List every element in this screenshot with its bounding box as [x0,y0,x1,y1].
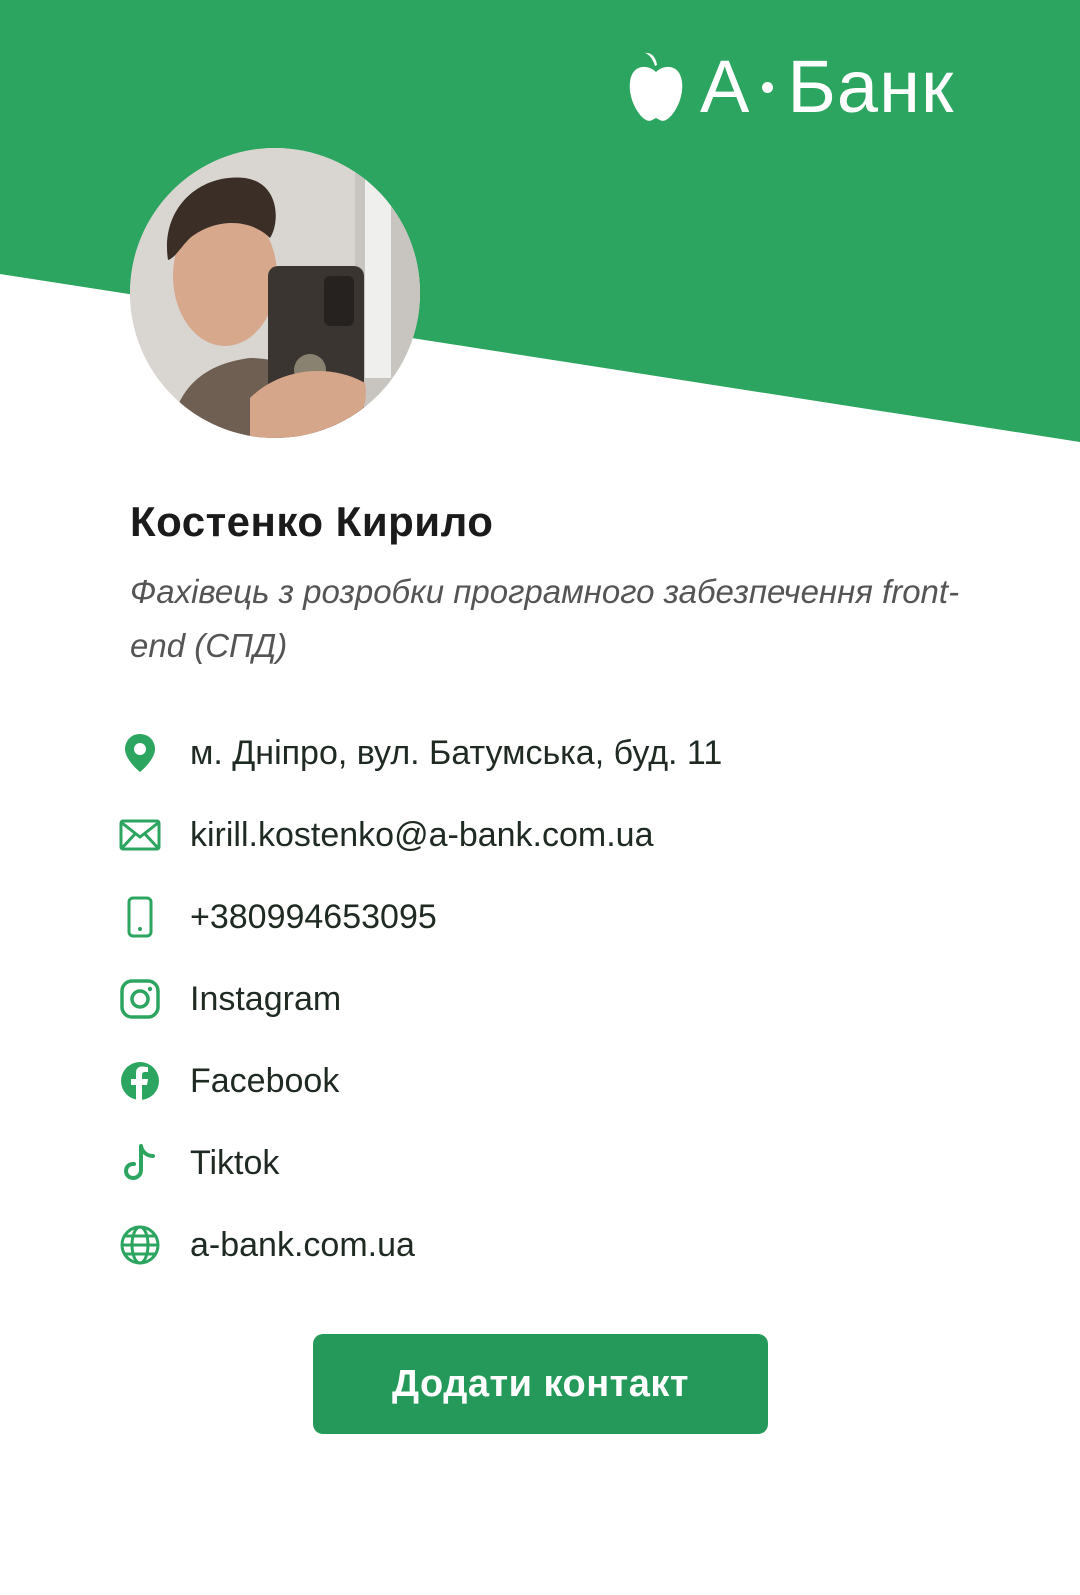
contact-email[interactable]: kirill.kostenko@a-bank.com.ua [118,794,1018,876]
contact-address-text: м. Дніпро, вул. Батумська, буд. 11 [190,733,723,772]
contact-tiktok[interactable]: Tiktok [118,1122,1018,1204]
contact-email-text: kirill.kostenko@a-bank.com.ua [190,815,654,854]
contact-website-text: a-bank.com.ua [190,1225,415,1264]
logo-dot [762,81,774,93]
a-bank-logo: А Банк [628,50,954,124]
contact-phone-text: +380994653095 [190,897,437,936]
logo-letter: А [700,45,751,128]
location-pin-icon [118,731,162,775]
contact-phone[interactable]: +380994653095 [118,876,1018,958]
apple-logo-icon [629,52,683,121]
facebook-icon [118,1059,162,1103]
contact-website[interactable]: a-bank.com.ua [118,1204,1018,1286]
contact-list: м. Дніпро, вул. Батумська, буд. 11 kiril… [118,712,1018,1286]
business-card: А Банк Костенко Кирило Фахівець з розроб… [0,0,1080,1595]
avatar [130,148,420,438]
contact-address[interactable]: м. Дніпро, вул. Батумська, буд. 11 [118,712,1018,794]
logo-word: Банк [787,45,955,128]
contact-instagram[interactable]: Instagram [118,958,1018,1040]
profile-position: Фахівець з розробки програмного забезпеч… [130,573,960,664]
contact-instagram-text: Instagram [190,979,342,1018]
contact-tiktok-text: Tiktok [190,1143,280,1182]
contact-facebook[interactable]: Facebook [118,1040,1018,1122]
profile-name: Костенко Кирило [130,498,494,545]
contact-facebook-text: Facebook [190,1061,340,1100]
instagram-icon [118,977,162,1021]
envelope-icon [118,813,162,857]
avatar-photo [130,148,420,438]
globe-icon [118,1223,162,1267]
tiktok-icon [118,1141,162,1185]
phone-icon [118,895,162,939]
add-contact-button[interactable]: Додати контакт [313,1334,768,1434]
